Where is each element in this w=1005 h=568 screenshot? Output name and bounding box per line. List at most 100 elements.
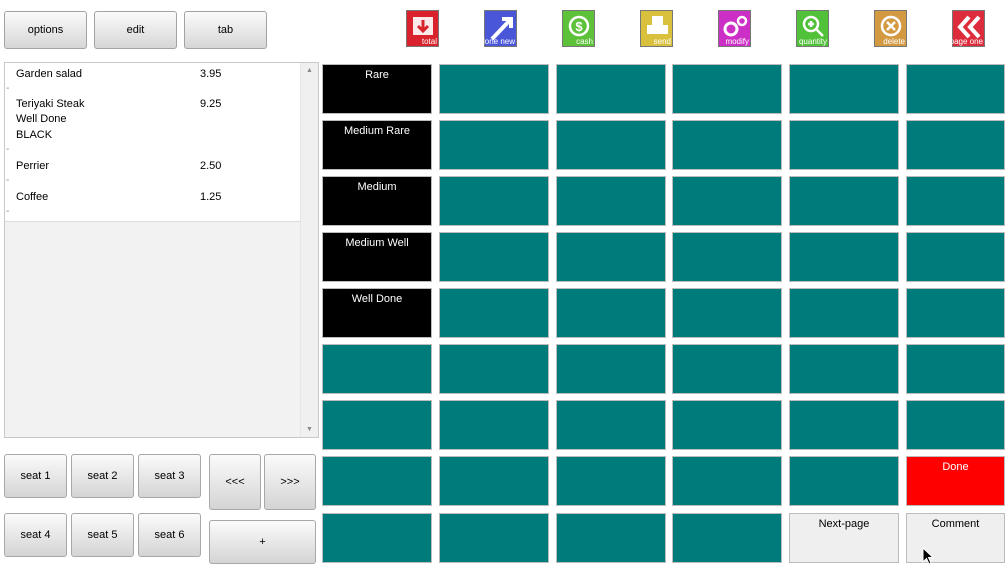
modifier-label: Well Done [351, 293, 403, 305]
grid-cell[interactable] [906, 120, 1005, 170]
grid-cell[interactable] [322, 513, 432, 563]
grid-cell[interactable] [439, 120, 549, 170]
page-one-button[interactable]: page one [950, 10, 985, 47]
done-label: Done [942, 461, 969, 473]
seat-2-button[interactable]: seat 2 [71, 454, 134, 498]
modifier-label: Medium Well [345, 237, 409, 249]
delete-button[interactable]: delete [874, 10, 907, 47]
grid-cell[interactable] [906, 232, 1005, 282]
next-page-label: Next-page [818, 518, 870, 530]
grid-cell[interactable] [789, 120, 899, 170]
comment-button[interactable]: Comment [906, 513, 1005, 563]
grid-cell[interactable] [789, 64, 899, 114]
seat-5-button[interactable]: seat 5 [71, 513, 134, 557]
order-item-name[interactable]: Perrier [16, 160, 49, 172]
scroll-down-icon[interactable]: ▼ [306, 426, 313, 433]
grid-cell[interactable] [789, 456, 899, 506]
modifier-label: Medium [357, 181, 397, 193]
edit-button[interactable]: edit [94, 11, 177, 49]
modifier-rare[interactable]: Rare [322, 64, 432, 114]
grid-cell[interactable] [672, 513, 782, 563]
grid-cell[interactable] [556, 456, 666, 506]
grid-cell[interactable] [672, 344, 782, 394]
order-scrollbar[interactable]: ▲ ▼ [300, 63, 318, 437]
grid-cell[interactable] [672, 400, 782, 450]
grid-cell[interactable] [672, 232, 782, 282]
send-button[interactable]: send [640, 10, 673, 47]
grid-cell[interactable] [439, 176, 549, 226]
grid-cell[interactable] [439, 513, 549, 563]
item-separator: - [6, 83, 10, 94]
grid-cell[interactable] [439, 232, 549, 282]
add-seat-button[interactable]: + [209, 520, 316, 564]
grid-cell[interactable] [556, 344, 666, 394]
modifier-label: Rare [365, 69, 389, 81]
grid-cell[interactable] [672, 176, 782, 226]
order-item-name[interactable]: Teriyaki Steak [16, 98, 84, 110]
comment-label: Comment [931, 518, 980, 530]
grid-cell[interactable] [906, 344, 1005, 394]
total-button[interactable]: total [406, 10, 439, 47]
next-page-button[interactable]: Next-page [789, 513, 899, 563]
grid-cell[interactable] [789, 232, 899, 282]
next-seats-button[interactable]: >>> [264, 454, 316, 510]
grid-cell[interactable] [789, 400, 899, 450]
grid-cell[interactable] [672, 456, 782, 506]
options-button[interactable]: options [4, 11, 87, 49]
item-separator: - [6, 144, 10, 155]
scroll-up-icon[interactable]: ▲ [306, 67, 313, 74]
grid-cell[interactable] [322, 456, 432, 506]
grid-cell[interactable] [789, 288, 899, 338]
done-new-label: done new [480, 37, 515, 46]
grid-cell[interactable] [556, 64, 666, 114]
grid-cell[interactable] [556, 120, 666, 170]
grid-cell[interactable] [439, 400, 549, 450]
order-list[interactable]: Garden salad 3.95 - Teriyaki Steak 9.25 … [4, 62, 319, 438]
prev-seats-button[interactable]: <<< [209, 454, 261, 510]
grid-cell[interactable] [322, 344, 432, 394]
grid-cell[interactable] [906, 400, 1005, 450]
grid-cell[interactable] [906, 64, 1005, 114]
seat-3-button[interactable]: seat 3 [138, 454, 201, 498]
grid-cell[interactable] [439, 456, 549, 506]
done-new-button[interactable]: done new [480, 10, 517, 47]
cash-label: cash [576, 37, 593, 46]
modifier-well-done[interactable]: Well Done [322, 288, 432, 338]
quantity-label: quantity [798, 37, 827, 46]
grid-cell[interactable] [439, 288, 549, 338]
modifier-label: Medium Rare [343, 125, 411, 137]
grid-cell[interactable] [906, 288, 1005, 338]
grid-cell[interactable] [322, 400, 432, 450]
seat-1-button[interactable]: seat 1 [4, 454, 67, 498]
grid-cell[interactable] [672, 64, 782, 114]
grid-cell[interactable] [672, 120, 782, 170]
grid-cell[interactable] [906, 176, 1005, 226]
modifier-medium-rare[interactable]: Medium Rare [322, 120, 432, 170]
seat-4-button[interactable]: seat 4 [4, 513, 67, 557]
tab-button[interactable]: tab [184, 11, 267, 49]
grid-cell[interactable] [556, 176, 666, 226]
order-item-name[interactable]: Coffee [16, 191, 48, 203]
modify-label: modify [725, 37, 749, 46]
quantity-button[interactable]: quantity [796, 10, 829, 47]
grid-cell[interactable] [556, 288, 666, 338]
grid-cell[interactable] [672, 288, 782, 338]
done-button[interactable]: Done [906, 456, 1005, 506]
grid-cell[interactable] [789, 344, 899, 394]
order-items: Garden salad 3.95 - Teriyaki Steak 9.25 … [5, 63, 301, 222]
item-separator: - [6, 175, 10, 186]
grid-cell[interactable] [556, 232, 666, 282]
order-item-name[interactable]: Garden salad [16, 68, 82, 80]
svg-text:$: $ [575, 19, 583, 34]
grid-cell[interactable] [789, 176, 899, 226]
modifier-medium[interactable]: Medium [322, 176, 432, 226]
grid-cell[interactable] [556, 400, 666, 450]
total-label: total [421, 37, 437, 46]
seat-6-button[interactable]: seat 6 [138, 513, 201, 557]
grid-cell[interactable] [439, 344, 549, 394]
grid-cell[interactable] [439, 64, 549, 114]
grid-cell[interactable] [556, 513, 666, 563]
modify-button[interactable]: modify [718, 10, 751, 47]
cash-button[interactable]: $ cash [562, 10, 595, 47]
modifier-medium-well[interactable]: Medium Well [322, 232, 432, 282]
